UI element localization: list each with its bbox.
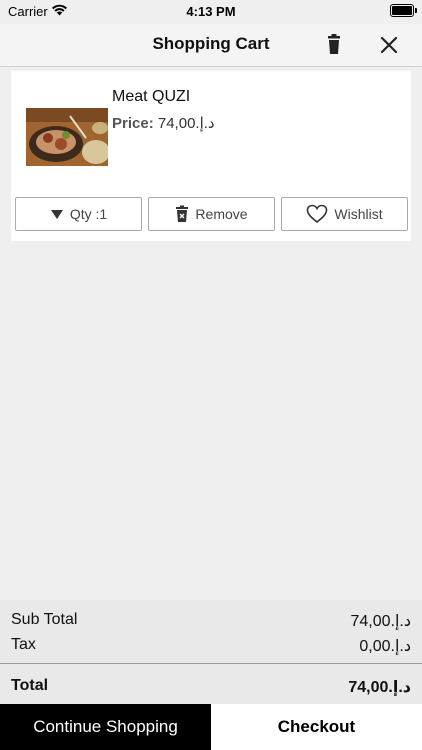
- trash-x-icon: [176, 205, 189, 222]
- price-label: Price:: [112, 115, 154, 132]
- remove-label: Remove: [195, 206, 248, 222]
- battery-icon: [390, 4, 417, 17]
- trash-icon[interactable]: [319, 30, 349, 60]
- tax-row: Tax 0,00.د.إ: [11, 636, 411, 656]
- bottom-actions: Continue Shopping Checkout: [0, 704, 422, 750]
- product-name: Meat QUZI: [112, 88, 191, 105]
- subtotal-value: 74,00.د.إ: [350, 613, 412, 630]
- order-summary: Sub Total 74,00.د.إ Tax 0,00.د.إ Total 7…: [0, 600, 422, 704]
- continue-shopping-button[interactable]: Continue Shopping: [0, 704, 211, 750]
- total-value: 74,00.د.إ: [348, 679, 411, 696]
- triangle-down-icon: [50, 210, 63, 219]
- quantity-label: Qty :1: [69, 206, 108, 222]
- subtotal-row: Sub Total 74,00.د.إ: [11, 611, 411, 631]
- navigation-bar: Shopping Cart: [0, 24, 422, 67]
- summary-divider: [0, 663, 422, 664]
- product-image[interactable]: [26, 108, 108, 166]
- product-price: Price: 74,00.د.إ: [112, 114, 215, 132]
- clock: 4:13 PM: [186, 4, 236, 19]
- status-bar: Carrier 4:13 PM: [0, 0, 422, 24]
- checkout-button[interactable]: Checkout: [211, 704, 422, 750]
- wishlist-button[interactable]: Wishlist: [281, 197, 408, 231]
- tax-value: 0,00.د.إ: [359, 638, 411, 655]
- wishlist-label: Wishlist: [334, 206, 383, 222]
- remove-button[interactable]: Remove: [148, 197, 275, 231]
- price-value: 74,00.د.إ: [157, 115, 215, 132]
- page-title: Shopping Cart: [152, 34, 270, 53]
- total-label: Total: [11, 677, 49, 694]
- close-icon[interactable]: [374, 30, 404, 60]
- tax-label: Tax: [11, 636, 36, 653]
- subtotal-label: Sub Total: [11, 611, 78, 628]
- total-row: Total 74,00.د.إ: [11, 677, 411, 697]
- cart-item: Meat QUZI Price: 74,00.د.إ Qty :1 Remove…: [11, 71, 411, 241]
- heart-icon: [307, 204, 328, 224]
- quantity-button[interactable]: Qty :1: [15, 197, 142, 231]
